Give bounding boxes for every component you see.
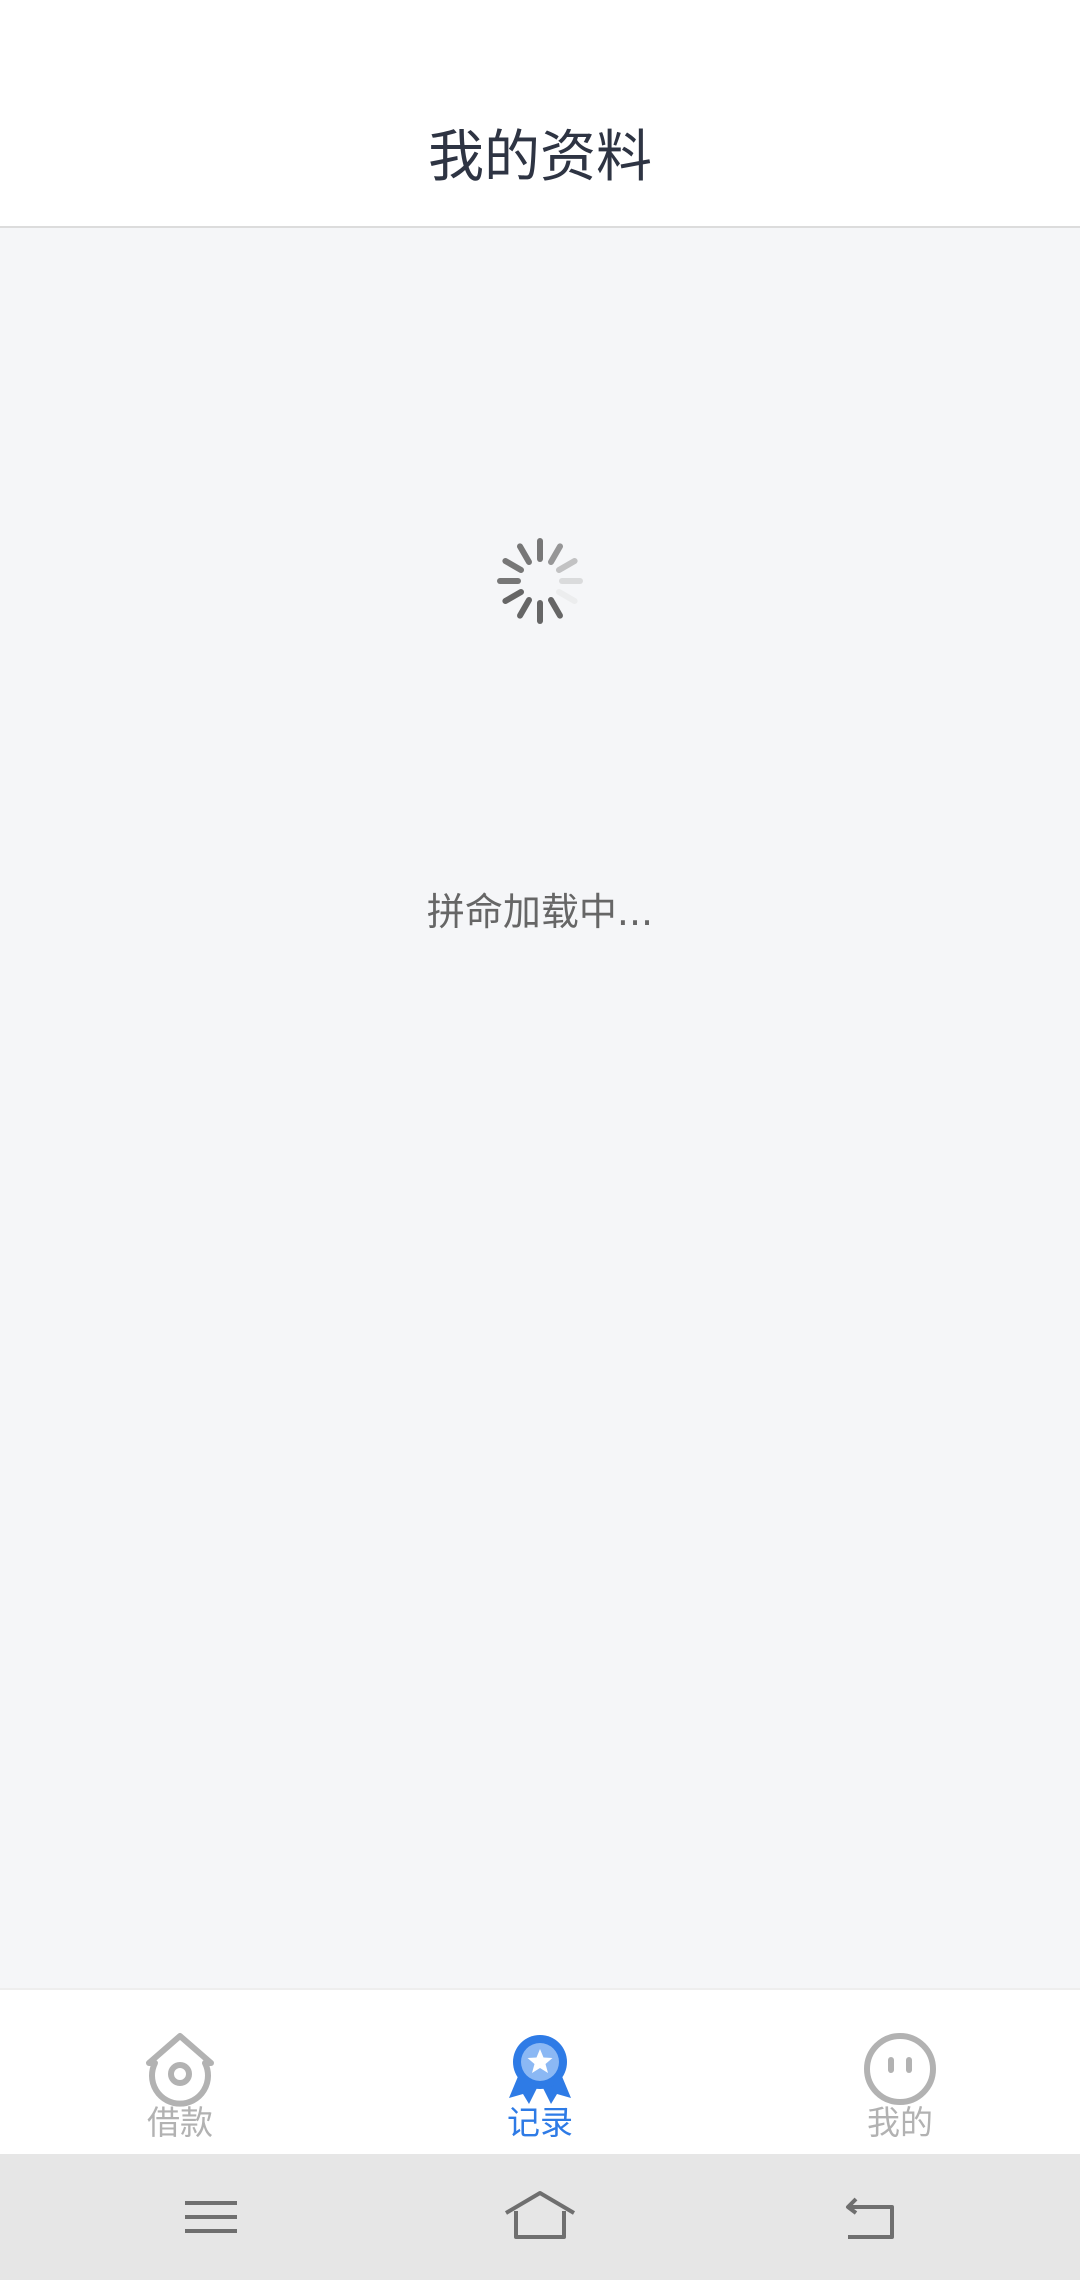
home-icon[interactable] (500, 2179, 580, 2255)
tab-loan-label: 借款 (147, 2103, 213, 2142)
main-content (0, 230, 1080, 1988)
loan-home-icon (146, 2033, 214, 2107)
page-title: 我的资料 (428, 125, 652, 190)
system-navigation-bar (0, 2154, 1080, 2280)
menu-icon[interactable] (171, 2179, 251, 2255)
tab-record[interactable]: 记录 (440, 1990, 640, 2156)
tab-loan[interactable]: 借款 (80, 1990, 280, 2156)
face-profile-icon (864, 2033, 936, 2105)
tab-mine[interactable]: 我的 (800, 1990, 1000, 2156)
tab-mine-label: 我的 (867, 2103, 933, 2142)
top-header: 我的资料 (0, 0, 1080, 228)
loading-spinner-icon (497, 538, 583, 624)
loading-text: 拼命加载中... (426, 890, 654, 934)
record-badge-icon (509, 2035, 571, 2104)
bottom-tab-bar: 借款 记录 我的 (0, 1988, 1080, 2154)
tab-record-label: 记录 (507, 2103, 573, 2142)
back-icon[interactable] (830, 2179, 910, 2255)
